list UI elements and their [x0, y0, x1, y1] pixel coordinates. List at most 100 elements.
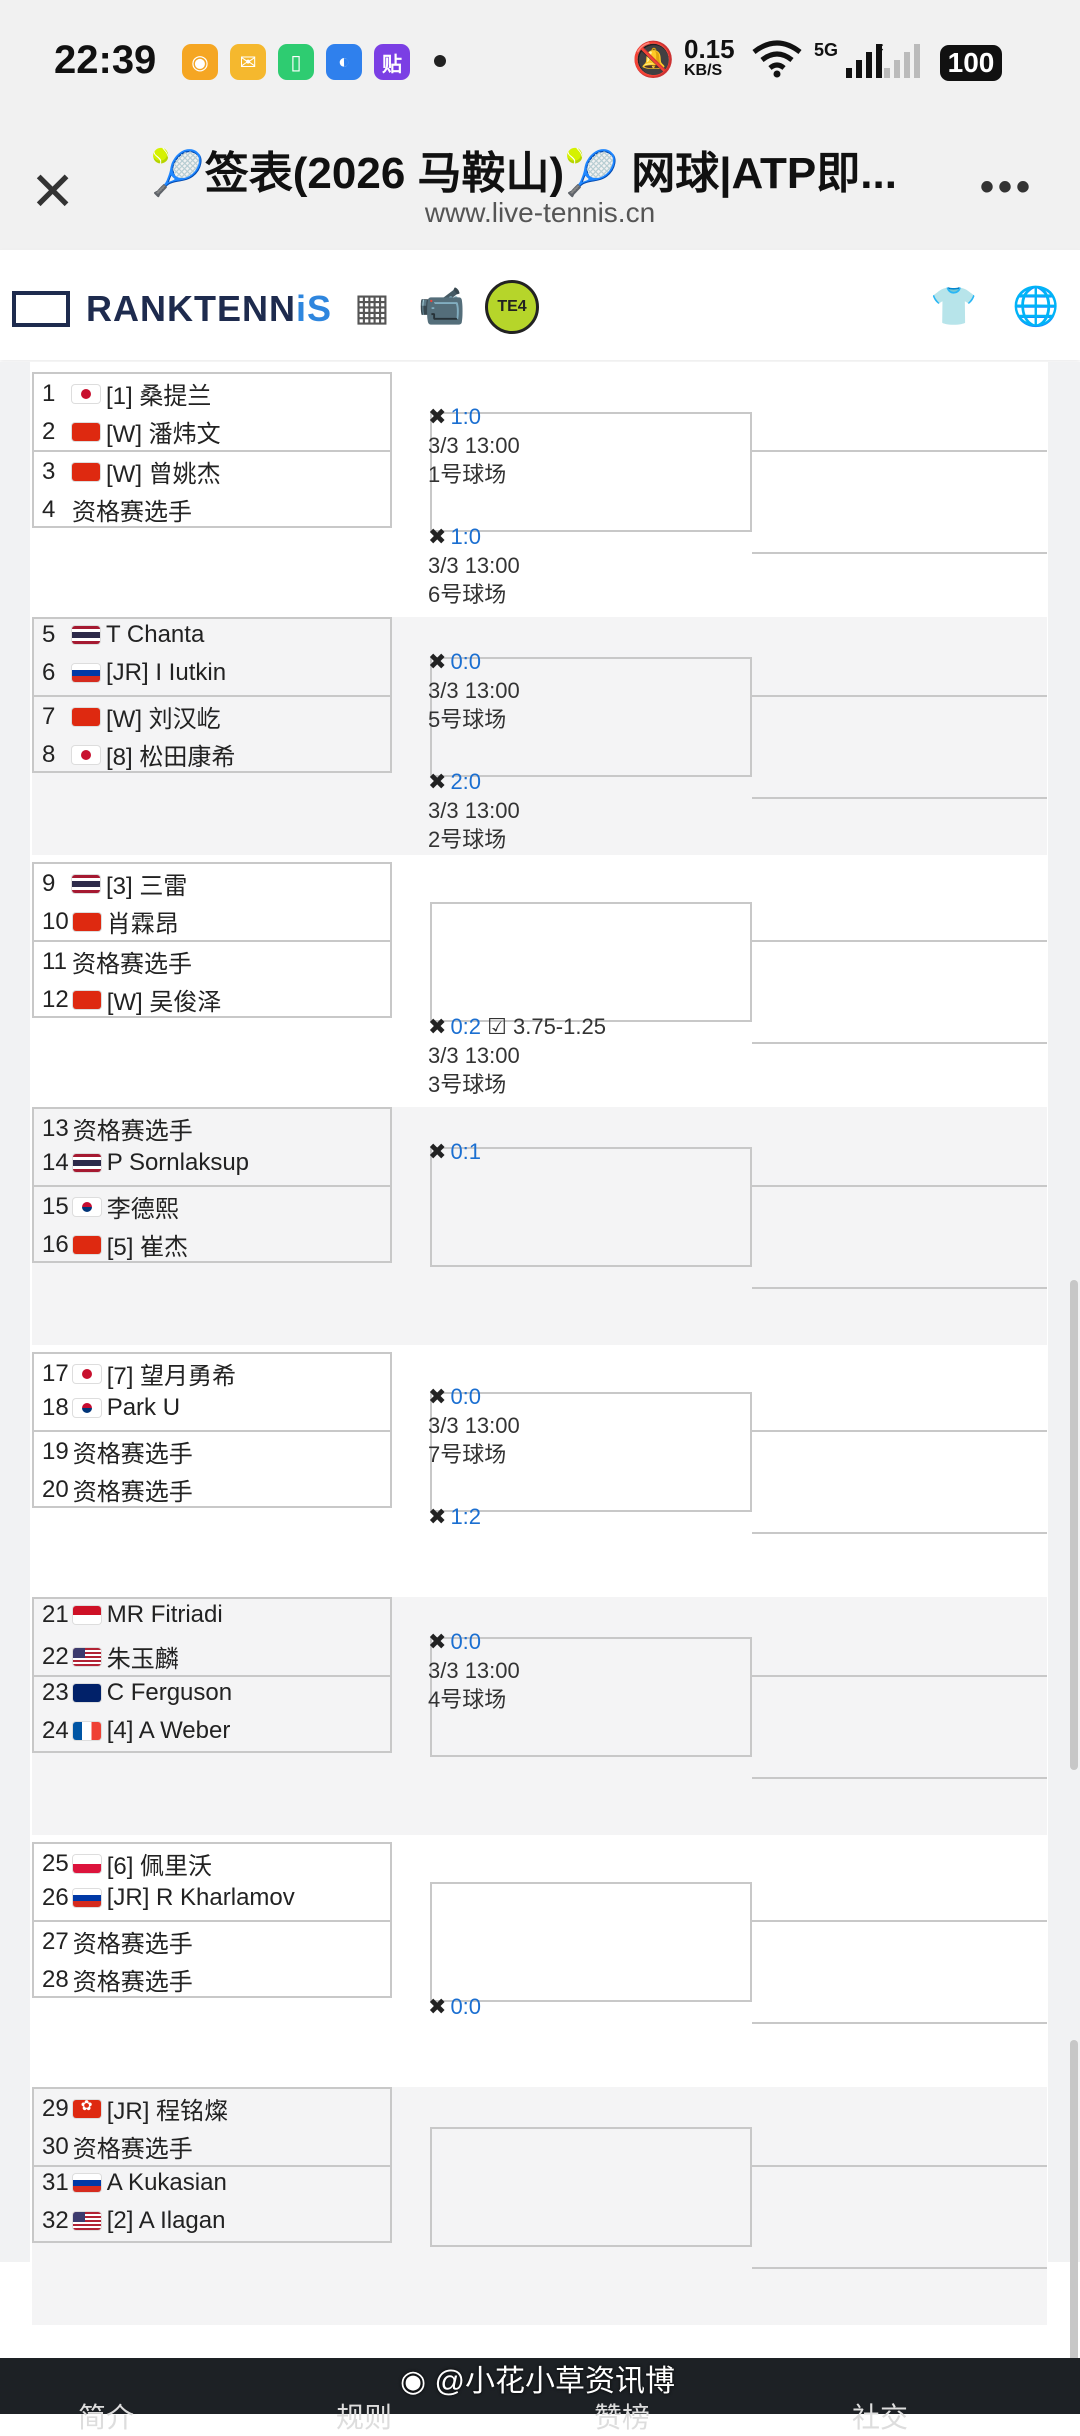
- h2h-score[interactable]: 0:0: [450, 1629, 481, 1654]
- player-row[interactable]: 22 朱玉麟: [42, 1639, 179, 1674]
- seed-number: 9: [42, 869, 56, 897]
- player-row[interactable]: 7 [W] 刘汉屹: [42, 699, 221, 734]
- player-row[interactable]: 20 资格赛选手: [42, 1472, 193, 1507]
- player-row[interactable]: 19 资格赛选手: [42, 1434, 193, 1469]
- h2h-score[interactable]: 0:1: [450, 1139, 481, 1164]
- odds-value: 3.75-1.25: [512, 1014, 606, 1039]
- match-time: 3/3 13:00: [428, 1043, 520, 1068]
- player-row[interactable]: 32 [2] A Ilagan: [42, 2207, 225, 2235]
- h2h-score[interactable]: 2:0: [450, 769, 481, 794]
- h2h-icon[interactable]: ✖: [428, 404, 446, 429]
- player-row[interactable]: 24 [4] A Weber: [42, 1717, 230, 1745]
- player-row[interactable]: 5 T Chanta: [42, 621, 204, 649]
- seed-number: 21: [42, 1601, 69, 1628]
- player-row[interactable]: 28 资格赛选手: [42, 1962, 193, 1997]
- match-info[interactable]: ✖ 0:2 ☑ 3.75-1.25 3/3 13:00 3号球场: [428, 1012, 606, 1099]
- h2h-icon[interactable]: ✖: [428, 1629, 446, 1654]
- shirt-icon[interactable]: 👕: [930, 285, 977, 329]
- bracket-line: [752, 2165, 1047, 2167]
- player-row[interactable]: 14 P Sornlaksup: [42, 1149, 249, 1177]
- h2h-icon[interactable]: ✖: [428, 1384, 446, 1409]
- weibo-icon: ◉: [182, 44, 218, 80]
- player-row[interactable]: 16 [5] 崔杰: [42, 1227, 188, 1262]
- nav-item-intro[interactable]: 简介: [78, 2396, 134, 2436]
- player-row[interactable]: 15 李德熙: [42, 1189, 179, 1224]
- player-row[interactable]: 29 [JR] 程铭燦: [42, 2091, 228, 2126]
- odds-chart-icon[interactable]: ☑: [481, 1014, 513, 1039]
- match-info[interactable]: ✖ 0:1: [428, 1137, 481, 1166]
- bracket-line: [752, 1185, 1047, 1187]
- seed-number: 20: [42, 1475, 69, 1503]
- nav-item-social[interactable]: 社交: [852, 2396, 908, 2436]
- seed-number: 31: [42, 2169, 69, 2196]
- match-info[interactable]: ✖ 0:0 3/3 13:00 5号球场: [428, 647, 520, 734]
- player-row[interactable]: 17 [7] 望月勇希: [42, 1356, 236, 1391]
- player-row[interactable]: 18 Park U: [42, 1394, 180, 1422]
- round2-slot: [430, 2127, 752, 2247]
- player-row[interactable]: 2 [W] 潘炜文: [42, 414, 221, 449]
- h2h-icon[interactable]: ✖: [428, 1139, 446, 1164]
- draw-section: 13 资格赛选手 14 P Sornlaksup 15 李德熙 16 [5] 崔杰 ✖ 0:1: [32, 1107, 1047, 1345]
- seed-number: 17: [42, 1359, 69, 1387]
- battery-indicator: 100: [940, 45, 1002, 81]
- scrollbar-lower[interactable]: [1070, 2040, 1078, 2410]
- player-row[interactable]: 30 资格赛选手: [42, 2129, 193, 2164]
- player-row[interactable]: 13 资格赛选手: [42, 1111, 193, 1146]
- h2h-icon[interactable]: ✖: [428, 769, 446, 794]
- player-name: [7] 望月勇希: [106, 1363, 237, 1390]
- site-logo[interactable]: RANKTENNiS: [12, 288, 332, 330]
- player-row[interactable]: 6 [JR] I Iutkin: [42, 659, 226, 687]
- h2h-icon[interactable]: ✖: [428, 1504, 446, 1529]
- player-row[interactable]: 3 [W] 曾姚杰: [42, 454, 221, 489]
- globe-icon[interactable]: 🌐: [1012, 285, 1059, 329]
- match-info[interactable]: ✖ 1:0 3/3 13:00 1号球场: [428, 402, 520, 489]
- more-icon[interactable]: •••: [980, 165, 1034, 210]
- player-row[interactable]: 9 [3] 三雷: [42, 866, 187, 901]
- h2h-score[interactable]: 1:2: [450, 1504, 481, 1529]
- player-name: [3] 三雷: [106, 873, 188, 900]
- bracket-line: [752, 695, 1047, 697]
- nav-item-ranking[interactable]: 赞榜: [594, 2396, 650, 2436]
- match-info[interactable]: ✖ 0:0: [428, 1992, 481, 2021]
- h2h-score[interactable]: 0:0: [450, 649, 481, 674]
- match-info[interactable]: ✖ 1:0 3/3 13:00 6号球场: [428, 522, 520, 609]
- video-icon[interactable]: 📹: [418, 285, 465, 329]
- seed-number: 24: [42, 1717, 69, 1744]
- match-info[interactable]: ✖ 2:0 3/3 13:00 2号球场: [428, 767, 520, 854]
- player-row[interactable]: 4 资格赛选手: [42, 492, 192, 527]
- h2h-score[interactable]: 1:0: [450, 404, 481, 429]
- player-row[interactable]: 11 资格赛选手: [42, 944, 192, 979]
- player-row[interactable]: 10 肖霖昂: [42, 904, 179, 939]
- player-row[interactable]: 1 [1] 桑提兰: [42, 376, 211, 411]
- h2h-score[interactable]: 0:0: [450, 1384, 481, 1409]
- player-row[interactable]: 8 [8] 松田康希: [42, 737, 235, 772]
- match-info[interactable]: ✖ 0:0 3/3 13:00 7号球场: [428, 1382, 520, 1469]
- player-row[interactable]: 23 C Ferguson: [42, 1679, 232, 1707]
- ru-flag-icon: [72, 1889, 101, 1907]
- player-name: 肖霖昂: [106, 911, 179, 938]
- player-row[interactable]: 12 [W] 吴俊泽: [42, 982, 221, 1017]
- player-row[interactable]: 25 [6] 佩里沃: [42, 1846, 212, 1881]
- h2h-icon[interactable]: ✖: [428, 1014, 446, 1039]
- bracket-line: [752, 1532, 1047, 1534]
- player-name: 资格赛选手: [72, 951, 192, 978]
- player-row[interactable]: 21 MR Fitriadi: [42, 1601, 223, 1629]
- h2h-score[interactable]: 0:2: [450, 1014, 481, 1039]
- player-name: [W] 吴俊泽: [106, 989, 222, 1016]
- jp-flag-icon: [72, 1364, 101, 1383]
- h2h-score[interactable]: 0:0: [450, 1994, 481, 2019]
- player-row[interactable]: 26 [JR] R Kharlamov: [42, 1884, 295, 1912]
- h2h-score[interactable]: 1:0: [450, 524, 481, 549]
- player-row[interactable]: 27 资格赛选手: [42, 1924, 193, 1959]
- player-row[interactable]: 31 A Kukasian: [42, 2169, 227, 2197]
- h2h-icon[interactable]: ✖: [428, 1994, 446, 2019]
- match-info[interactable]: ✖ 1:2: [428, 1502, 481, 1531]
- te-badge-icon[interactable]: TE4: [485, 280, 539, 334]
- grid-icon[interactable]: ▦: [354, 285, 390, 330]
- match-info[interactable]: ✖ 0:0 3/3 13:00 4号球场: [428, 1627, 520, 1714]
- nav-item-rules[interactable]: 规则: [336, 2396, 392, 2436]
- seed-number: 12: [42, 985, 69, 1013]
- h2h-icon[interactable]: ✖: [428, 524, 446, 549]
- scrollbar[interactable]: [1070, 1280, 1078, 1770]
- h2h-icon[interactable]: ✖: [428, 649, 446, 674]
